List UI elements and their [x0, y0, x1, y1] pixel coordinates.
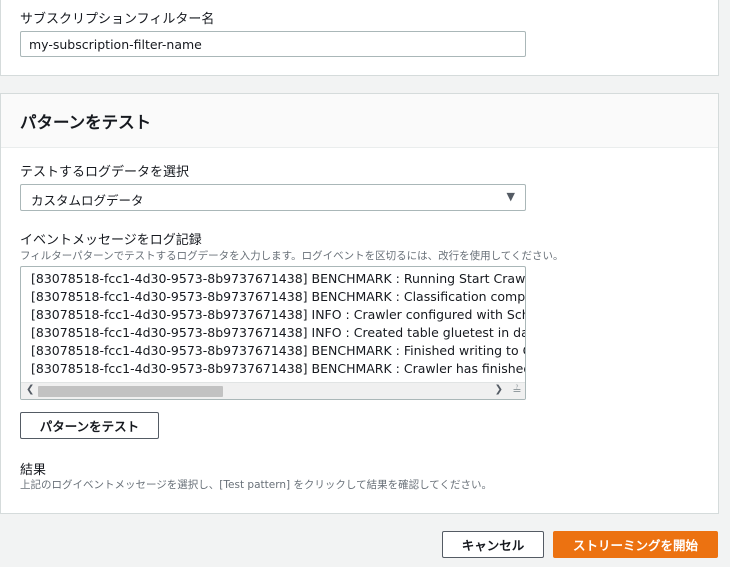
start-streaming-button[interactable]: ストリーミングを開始	[553, 531, 718, 558]
results-hint: 上記のログイベントメッセージを選択し、[Test pattern] をクリックし…	[20, 479, 492, 491]
results-label: 結果	[20, 463, 47, 478]
log-data-select[interactable]: カスタムログデータ ▼	[20, 184, 526, 211]
log-lines: [83078518-fcc1-4d30-9573-8b9737671438] B…	[31, 270, 525, 378]
filter-name-input[interactable]	[20, 31, 526, 57]
log-line: [83078518-fcc1-4d30-9573-8b9737671438] B…	[31, 343, 525, 358]
chevron-left-icon[interactable]: ❮	[26, 384, 34, 395]
log-data-select-label: テストするログデータを選択	[20, 165, 190, 180]
log-line: [83078518-fcc1-4d30-9573-8b9737671438] B…	[31, 271, 525, 286]
event-messages-textarea[interactable]: [83078518-fcc1-4d30-9573-8b9737671438] B…	[20, 266, 526, 400]
log-line: [83078518-fcc1-4d30-9573-8b9737671438] I…	[31, 325, 525, 340]
filter-name-panel: サブスクリプションフィルター名	[0, 0, 719, 76]
scrollbar-thumb[interactable]	[38, 386, 223, 397]
event-messages-label: イベントメッセージをログ記録	[20, 233, 202, 248]
panel-header: パターンをテスト	[1, 94, 718, 148]
log-line: [83078518-fcc1-4d30-9573-8b9737671438] B…	[31, 361, 525, 376]
test-pattern-button[interactable]: パターンをテスト	[20, 412, 159, 439]
filter-name-label: サブスクリプションフィルター名	[20, 12, 215, 27]
panel-title: パターンをテスト	[20, 113, 152, 132]
horizontal-scrollbar[interactable]: ❮ ❯	[21, 382, 525, 399]
log-line: [83078518-fcc1-4d30-9573-8b9737671438] I…	[31, 307, 525, 322]
log-data-select-value: カスタムログデータ	[31, 193, 144, 208]
cancel-button[interactable]: キャンセル	[442, 531, 544, 558]
log-line: [83078518-fcc1-4d30-9573-8b9737671438] B…	[31, 289, 525, 304]
test-pattern-panel: パターンをテスト テストするログデータを選択 カスタムログデータ ▼ イベントメ…	[0, 93, 719, 514]
chevron-right-icon[interactable]: ❯	[495, 384, 503, 395]
resize-handle-icon[interactable]: ≟	[510, 384, 524, 398]
caret-down-icon: ▼	[506, 190, 515, 203]
event-messages-hint: フィルターパターンでテストするログデータを入力します。ログイベントを区切るには、…	[20, 250, 564, 262]
